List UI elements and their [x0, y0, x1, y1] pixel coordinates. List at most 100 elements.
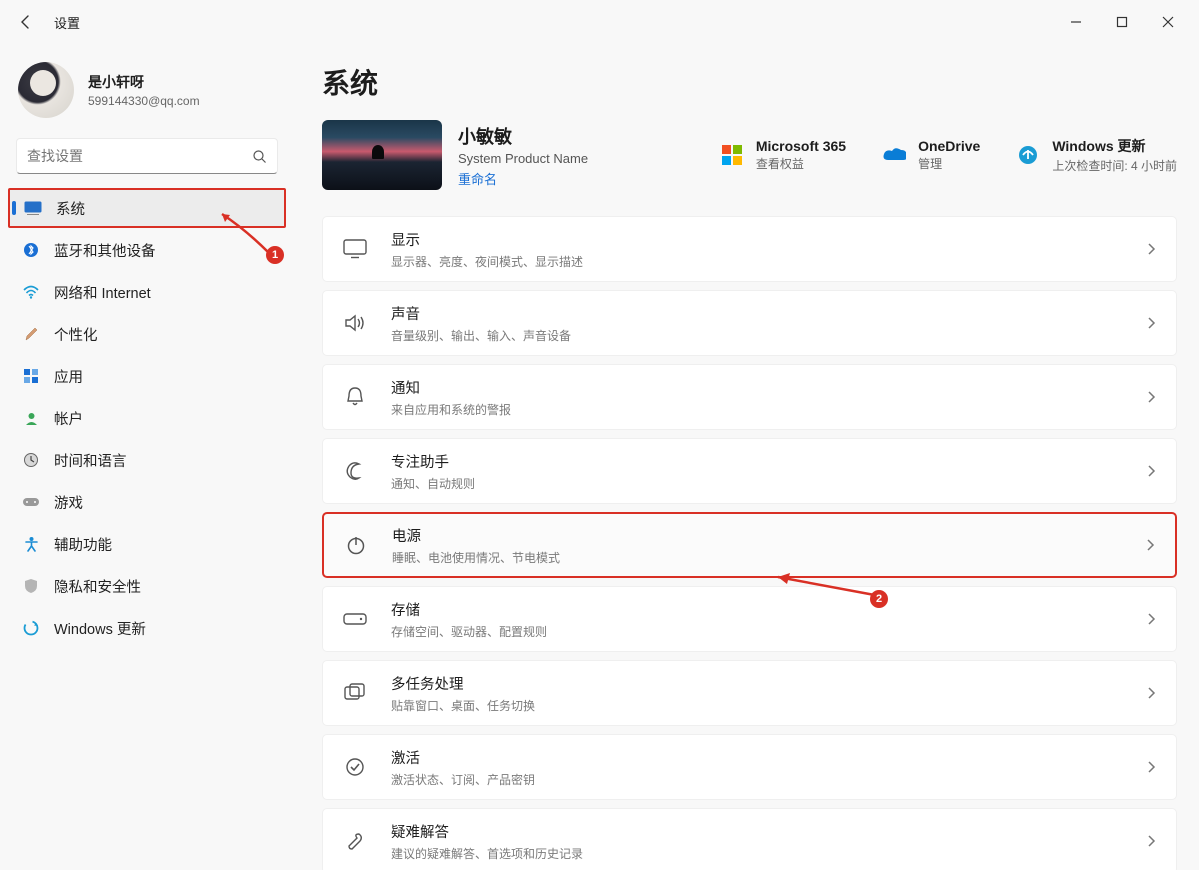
nav-item-privacy[interactable]: 隐私和安全性 — [8, 566, 286, 606]
chip-sub: 上次检查时间: 4 小时前 — [1052, 157, 1177, 174]
tile-desc: 激活状态、订阅、产品密钥 — [391, 771, 1129, 788]
device-name: 小敏敏 — [458, 123, 588, 149]
rename-link[interactable]: 重命名 — [458, 169, 588, 188]
tile-storage[interactable]: 存储存储空间、驱动器、配置规则 — [322, 586, 1177, 652]
annotation-badge-1: 1 — [266, 246, 284, 264]
chip-microsoft365[interactable]: Microsoft 365查看权益 — [720, 136, 846, 174]
multitask-icon — [337, 675, 373, 711]
tile-desc: 存储空间、驱动器、配置规则 — [391, 623, 1129, 640]
chevron-right-icon — [1147, 316, 1156, 330]
chevron-right-icon — [1147, 464, 1156, 478]
tile-desc: 来自应用和系统的警报 — [391, 401, 1129, 418]
tile-display[interactable]: 显示显示器、亮度、夜间模式、显示描述 — [322, 216, 1177, 282]
tile-desc: 睡眠、电池使用情况、节电模式 — [392, 549, 1128, 566]
nav-label: 网络和 Internet — [54, 282, 151, 303]
chevron-right-icon — [1147, 390, 1156, 404]
tile-notifications[interactable]: 通知来自应用和系统的警报 — [322, 364, 1177, 430]
tile-sound[interactable]: 声音音量级别、输出、输入、声音设备 — [322, 290, 1177, 356]
minimize-button[interactable] — [1053, 7, 1099, 37]
nav-item-apps[interactable]: 应用 — [8, 356, 286, 396]
nav-label: 个性化 — [54, 324, 98, 345]
profile-block[interactable]: 是小轩呀 599144330@qq.com — [6, 56, 288, 134]
brush-icon — [22, 325, 40, 343]
tile-focus-assist[interactable]: 专注助手通知、自动规则 — [322, 438, 1177, 504]
apps-icon — [22, 367, 40, 385]
person-icon — [22, 409, 40, 427]
maximize-icon — [1116, 16, 1128, 28]
wrench-icon — [337, 823, 373, 859]
moon-icon — [337, 453, 373, 489]
tile-title: 存储 — [391, 599, 1129, 620]
nav-label: 蓝牙和其他设备 — [54, 240, 156, 261]
sidebar: 是小轩呀 599144330@qq.com 系统 1 蓝牙和其他设备 网络和 I… — [0, 44, 300, 870]
tile-title: 激活 — [391, 747, 1129, 768]
nav-label: 系统 — [56, 198, 85, 219]
close-icon — [1162, 16, 1174, 28]
nav-item-gaming[interactable]: 游戏 — [8, 482, 286, 522]
tile-activation[interactable]: 激活激活状态、订阅、产品密钥 — [322, 734, 1177, 800]
chevron-right-icon — [1146, 538, 1155, 552]
update-chip-icon — [1016, 143, 1040, 167]
tile-multitask[interactable]: 多任务处理贴靠窗口、桌面、任务切换 — [322, 660, 1177, 726]
nav-item-bluetooth[interactable]: 蓝牙和其他设备 — [8, 230, 286, 270]
avatar — [18, 62, 74, 118]
arrow-left-icon — [18, 14, 34, 30]
nav-item-time-language[interactable]: 时间和语言 — [8, 440, 286, 480]
chevron-right-icon — [1147, 612, 1156, 626]
clock-globe-icon — [22, 451, 40, 469]
onedrive-icon — [882, 143, 906, 167]
chip-sub: 管理 — [918, 155, 980, 172]
gamepad-icon — [22, 493, 40, 511]
nav-list: 系统 1 蓝牙和其他设备 网络和 Internet 个性化 应用 — [6, 188, 288, 648]
ms365-icon — [720, 143, 744, 167]
maximize-button[interactable] — [1099, 7, 1145, 37]
device-row: 小敏敏 System Product Name 重命名 Microsoft 36… — [322, 120, 1177, 190]
power-icon — [338, 527, 374, 563]
profile-email: 599144330@qq.com — [88, 94, 200, 108]
accessibility-icon — [22, 535, 40, 553]
page-title: 系统 — [322, 62, 1177, 102]
chevron-right-icon — [1147, 686, 1156, 700]
chevron-right-icon — [1147, 242, 1156, 256]
close-button[interactable] — [1145, 7, 1191, 37]
shield-icon — [22, 577, 40, 595]
nav-label: 辅助功能 — [54, 534, 112, 555]
tile-power[interactable]: 电源睡眠、电池使用情况、节电模式 — [322, 512, 1177, 578]
device-wallpaper-thumb[interactable] — [322, 120, 442, 190]
tile-desc: 音量级别、输出、输入、声音设备 — [391, 327, 1129, 344]
app-title: 设置 — [54, 13, 80, 32]
minimize-icon — [1070, 16, 1082, 28]
search-input[interactable] — [27, 148, 252, 164]
update-icon — [22, 619, 40, 637]
chip-onedrive[interactable]: OneDrive管理 — [882, 136, 980, 174]
tiles-list: 显示显示器、亮度、夜间模式、显示描述 声音音量级别、输出、输入、声音设备 通知来… — [322, 216, 1177, 870]
nav-label: Windows 更新 — [54, 618, 146, 639]
chip-title: OneDrive — [918, 138, 980, 154]
nav-label: 帐户 — [54, 408, 83, 429]
nav-item-windows-update[interactable]: Windows 更新 — [8, 608, 286, 648]
nav-item-accessibility[interactable]: 辅助功能 — [8, 524, 286, 564]
search-box[interactable] — [16, 138, 278, 174]
nav-item-system[interactable]: 系统 — [8, 188, 286, 228]
tile-title: 声音 — [391, 303, 1129, 324]
tile-desc: 建议的疑难解答、首选项和历史记录 — [391, 845, 1129, 862]
tile-desc: 通知、自动规则 — [391, 475, 1129, 492]
nav-label: 应用 — [54, 366, 83, 387]
tile-title: 多任务处理 — [391, 673, 1129, 694]
tile-desc: 显示器、亮度、夜间模式、显示描述 — [391, 253, 1129, 270]
back-button[interactable] — [8, 4, 44, 40]
annotation-badge-2: 2 — [870, 590, 888, 608]
chevron-right-icon — [1147, 760, 1156, 774]
nav-item-network[interactable]: 网络和 Internet — [8, 272, 286, 312]
bell-icon — [337, 379, 373, 415]
tile-title: 疑难解答 — [391, 821, 1129, 842]
tile-title: 显示 — [391, 229, 1129, 250]
chip-windows-update[interactable]: Windows 更新上次检查时间: 4 小时前 — [1016, 136, 1177, 174]
nav-item-accounts[interactable]: 帐户 — [8, 398, 286, 438]
tile-troubleshoot[interactable]: 疑难解答建议的疑难解答、首选项和历史记录 — [322, 808, 1177, 870]
nav-item-personalization[interactable]: 个性化 — [8, 314, 286, 354]
nav-label: 游戏 — [54, 492, 83, 513]
system-icon — [24, 199, 42, 217]
check-circle-icon — [337, 749, 373, 785]
display-icon — [337, 231, 373, 267]
